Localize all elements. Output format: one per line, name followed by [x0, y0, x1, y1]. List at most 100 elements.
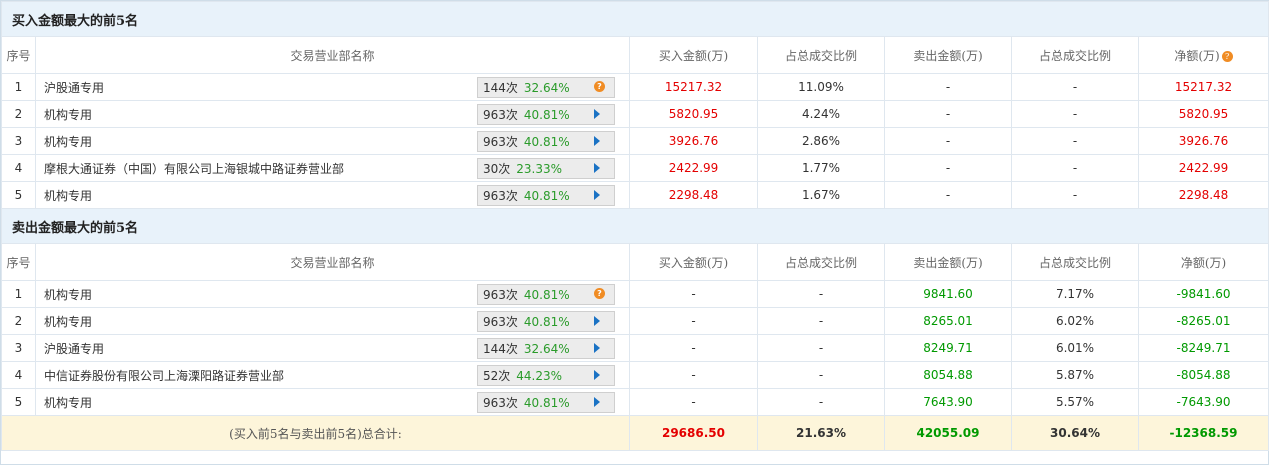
branch-stats-badge[interactable]: 144次 32.64%	[477, 338, 615, 359]
branch-stats-badge[interactable]: 963次 40.81%	[477, 185, 615, 206]
buy-ratio: -	[757, 307, 885, 335]
total-buy: 29686.50	[629, 415, 758, 451]
branch-name: 机构专用	[44, 107, 93, 122]
win-rate: 23.33%	[516, 161, 563, 176]
branch-cell: 沪股通专用 144次 32.64%	[35, 334, 630, 362]
play-icon[interactable]	[594, 136, 604, 146]
branch-stats-badge[interactable]: 30次 23.33%	[477, 158, 615, 179]
sell-ratio: 7.17%	[1011, 280, 1139, 308]
listing-count: 144次	[483, 81, 518, 95]
listing-count: 963次	[483, 189, 518, 203]
net-amount: -8265.01	[1138, 307, 1269, 335]
sell_section-header-col-0: 序号	[1, 243, 36, 281]
buy-ratio: -	[757, 334, 885, 362]
info-icon[interactable]: ?	[594, 81, 605, 92]
buy_section-header-col-0: 序号	[1, 36, 36, 74]
branch-name: 机构专用	[44, 134, 93, 149]
help-icon[interactable]: ?	[1221, 50, 1233, 62]
buy-ratio: 1.77%	[757, 154, 885, 182]
branch-cell: 机构专用 963次 40.81%	[35, 307, 630, 335]
play-icon[interactable]	[594, 370, 604, 380]
header-label: 占总成交比例	[784, 48, 857, 63]
branch-stats-badge[interactable]: 144次 32.64%?	[477, 77, 615, 98]
buy_section-header-col-4: 卖出金额(万)	[884, 36, 1012, 74]
sell_section-header-col-5: 占总成交比例	[1011, 243, 1139, 281]
play-icon[interactable]	[594, 109, 604, 119]
sell_section-title: 卖出金额最大的前5名	[1, 208, 1269, 244]
sell-ratio: -	[1011, 100, 1139, 128]
branch-cell: 机构专用 963次 40.81%	[35, 127, 630, 155]
table-row: 5 机构专用 963次 40.81% 2298.48 1.67% - -2298.48	[1, 181, 1269, 209]
sell-amount: -	[884, 181, 1012, 209]
sell-ratio: 6.02%	[1011, 307, 1139, 335]
sell_section-header-col-2: 买入金额(万)	[629, 243, 758, 281]
header-label: 买入金额(万)	[658, 48, 729, 63]
play-icon[interactable]	[594, 190, 604, 200]
win-rate: 40.81%	[523, 107, 570, 122]
listing-count: 144次	[483, 342, 518, 356]
branch-stats-badge[interactable]: 52次 44.23%	[477, 365, 615, 386]
header-label: 卖出金额(万)	[913, 48, 983, 63]
row-index: 1	[1, 280, 36, 308]
play-icon[interactable]	[594, 397, 604, 407]
sell_section-header-row: 序号 交易营业部名称 买入金额(万) 占总成交比例 卖出金额(万) 占总成交比例 净额(万)	[1, 243, 1269, 281]
play-icon[interactable]	[594, 316, 604, 326]
buy-amount: -	[629, 361, 758, 389]
branch-stats-badge[interactable]: 963次 40.81%	[477, 311, 615, 332]
table-row: 3 机构专用 963次 40.81% 3926.76 2.86% - -3926.76	[1, 127, 1269, 155]
header-label: 交易营业部名称	[290, 255, 375, 270]
buy-amount: 15217.32	[629, 73, 758, 101]
triangle-glyph	[594, 370, 600, 380]
buy-amount: 3926.76	[629, 127, 758, 155]
buy-amount: -	[629, 334, 758, 362]
sell-ratio: 5.87%	[1011, 361, 1139, 389]
net-amount: 5820.95	[1138, 100, 1269, 128]
branch-name: 沪股通专用	[44, 341, 105, 356]
branch-name: 机构专用	[44, 314, 93, 329]
total-net: -12368.59	[1138, 415, 1269, 451]
triangle-glyph	[594, 316, 600, 326]
table-row: 2 机构专用 963次 40.81% 5820.95 4.24% - -5820.95	[1, 100, 1269, 128]
listing-count: 963次	[483, 135, 518, 149]
branch-name: 机构专用	[44, 287, 93, 302]
sell-ratio: -	[1011, 73, 1139, 101]
branch-cell: 机构专用 963次 40.81%	[35, 388, 630, 416]
branch-stats-badge[interactable]: 963次 40.81%	[477, 392, 615, 413]
net-amount: -8249.71	[1138, 334, 1269, 362]
total-buy-pct: 21.63%	[757, 415, 885, 451]
branch-name: 摩根大通证券（中国）有限公司上海银城中路证券营业部	[44, 161, 345, 176]
info-icon[interactable]: ?	[594, 288, 605, 299]
sell-amount: 9841.60	[884, 280, 1012, 308]
buy_section-header-col-6: 净额(万)?	[1138, 36, 1269, 74]
table-row: 1 机构专用 963次 40.81%? - -9841.60 7.17% -9841.60	[1, 280, 1269, 308]
net-amount: 15217.32	[1138, 73, 1269, 101]
header-label: 序号	[6, 48, 31, 63]
header-label: 卖出金额(万)	[913, 255, 983, 270]
branch-stats-badge[interactable]: 963次 40.81%	[477, 131, 615, 152]
sell-ratio: 6.01%	[1011, 334, 1139, 362]
play-icon[interactable]	[594, 343, 604, 353]
net-amount: -8054.88	[1138, 361, 1269, 389]
sell-amount: -	[884, 73, 1012, 101]
win-rate: 44.23%	[516, 368, 563, 383]
buy-amount: -	[629, 388, 758, 416]
buy_section-header-row: 序号 交易营业部名称 买入金额(万) 占总成交比例 卖出金额(万) 占总成交比例 净额(万)…	[1, 36, 1269, 74]
net-amount: -7643.90	[1138, 388, 1269, 416]
listing-count: 963次	[483, 288, 518, 302]
win-rate: 32.64%	[523, 341, 570, 356]
row-index: 5	[1, 388, 36, 416]
buy-ratio: 11.09%	[757, 73, 885, 101]
branch-stats-badge[interactable]: 963次 40.81%?	[477, 284, 615, 305]
play-icon[interactable]	[594, 163, 604, 173]
buy-ratio: -	[757, 388, 885, 416]
buy_section-title: 买入金额最大的前5名	[1, 1, 1269, 37]
branch-stats-badge[interactable]: 963次 40.81%	[477, 104, 615, 125]
triangle-glyph	[594, 343, 600, 353]
triangle-glyph	[594, 109, 600, 119]
net-amount: 2298.48	[1138, 181, 1269, 209]
table-row: 4 摩根大通证券（中国）有限公司上海银城中路证券营业部 30次 23.33% 2422.…	[1, 154, 1269, 182]
row-index: 1	[1, 73, 36, 101]
branch-name: 中信证券股份有限公司上海溧阳路证券营业部	[44, 368, 285, 383]
header-label: 交易营业部名称	[290, 48, 375, 63]
buy-amount: 5820.95	[629, 100, 758, 128]
